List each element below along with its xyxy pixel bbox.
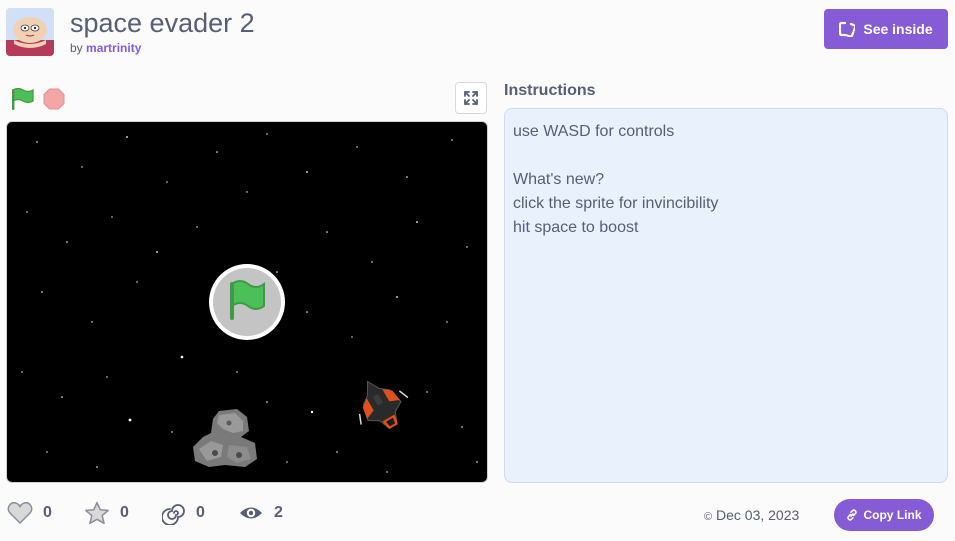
copy-link-label: Copy Link (863, 508, 922, 522)
star-icon (85, 501, 109, 525)
project-author-avatar[interactable] (6, 8, 54, 56)
project-byline: by martrinity (70, 41, 141, 55)
asteroid-sprite (189, 407, 261, 469)
link-icon (847, 509, 858, 521)
stop-button[interactable] (42, 87, 66, 111)
project-stage[interactable] (6, 121, 488, 483)
instructions-text: use WASD for controls What's new? click … (504, 108, 948, 483)
instructions-line (513, 144, 939, 168)
fullscreen-icon (464, 91, 478, 105)
favorite-count: 0 (120, 504, 129, 521)
green-flag-icon (12, 87, 34, 110)
heart-icon (7, 501, 33, 525)
date-text: Dec 03, 2023 (716, 507, 800, 523)
instructions-heading: Instructions (504, 82, 596, 99)
green-flag-button[interactable] (8, 86, 36, 112)
author-link[interactable]: martrinity (86, 41, 141, 55)
project-title: space evader 2 (70, 8, 255, 38)
see-inside-icon (839, 21, 856, 37)
instructions-line: click the sprite for invincibility (513, 195, 719, 212)
view-count: 2 (274, 504, 283, 521)
instructions-line: What's new? (513, 171, 605, 188)
by-prefix: by (70, 41, 83, 55)
remix-icon (162, 504, 185, 525)
player-ship-sprite[interactable] (350, 372, 412, 438)
eye-icon (240, 507, 262, 519)
remix-stat: 0 (162, 501, 205, 525)
start-overlay-button[interactable] (207, 262, 287, 342)
love-stat[interactable]: 0 (7, 501, 52, 525)
copy-link-button[interactable]: Copy Link (834, 499, 934, 531)
instructions-line: use WASD for controls (513, 123, 675, 140)
see-inside-button[interactable]: See inside (824, 9, 948, 49)
remix-count: 0 (196, 504, 205, 521)
view-stat: 2 (238, 501, 283, 525)
green-flag-icon (209, 264, 285, 340)
love-count: 0 (43, 504, 52, 521)
stop-icon (43, 88, 65, 110)
project-date: © Dec 03, 2023 (704, 507, 799, 523)
fullscreen-button[interactable] (455, 82, 487, 114)
copyright-icon: © (704, 511, 713, 523)
instructions-line: hit space to boost (513, 219, 639, 236)
see-inside-label: See inside (863, 21, 933, 37)
favorite-stat[interactable]: 0 (84, 501, 129, 525)
